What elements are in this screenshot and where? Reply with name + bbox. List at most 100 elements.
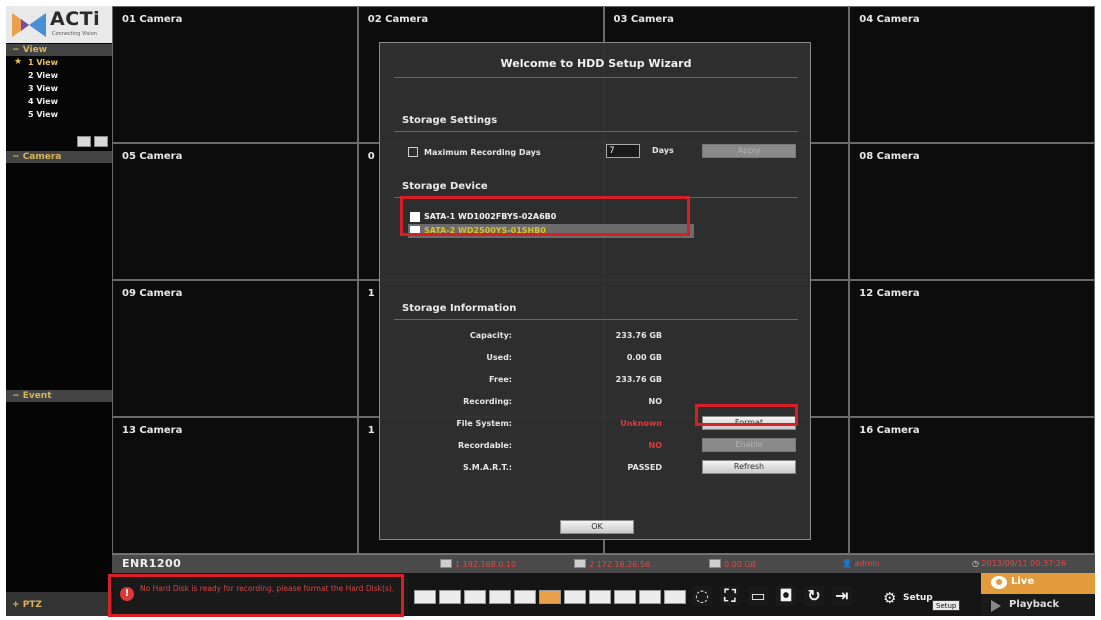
lan2-ip: 2 172.16.26.56 xyxy=(589,560,651,569)
edit-view-icon[interactable] xyxy=(77,136,91,147)
playback-button[interactable]: Playback xyxy=(981,594,1095,616)
user-icon: 👤 xyxy=(842,559,855,568)
camera-label: 12 Camera xyxy=(859,288,920,299)
layout-custom-button[interactable] xyxy=(664,590,686,604)
recordable-value: NO xyxy=(648,441,663,450)
live-label: Live xyxy=(1011,576,1035,587)
live-button[interactable]: Live xyxy=(981,573,1095,594)
layout-4x4-button[interactable] xyxy=(489,590,511,604)
layout-1x1-button[interactable] xyxy=(414,590,436,604)
layout-1p5-button[interactable] xyxy=(564,590,586,604)
view-label: 2 View xyxy=(28,71,58,80)
file-system-label: File System: xyxy=(456,419,512,428)
view-label: 1 View xyxy=(28,58,58,67)
monitor-icon[interactable]: ▭ xyxy=(748,586,768,606)
warning-icon: ! xyxy=(120,587,134,601)
expand-icon: + xyxy=(12,600,23,610)
camera-label: 0 xyxy=(367,151,375,162)
camera-label: 13 Camera xyxy=(122,425,183,436)
camera-label: 16 Camera xyxy=(859,425,920,436)
days-unit-label: Days xyxy=(652,146,674,155)
refresh-icon[interactable]: ↻ xyxy=(804,586,824,606)
recording-value: NO xyxy=(648,397,663,406)
camera-label: 01 Camera xyxy=(122,14,183,25)
recordable-label: Recordable: xyxy=(458,441,512,450)
camera-cell[interactable]: 12 Camera xyxy=(849,280,1095,417)
max-days-checkbox[interactable] xyxy=(408,147,418,157)
camera-label: 1 xyxy=(367,425,375,436)
device-row-sata1[interactable]: SATA-1 WD1002FBYS-02A6B0 xyxy=(408,210,694,224)
snapshot-camera-icon[interactable]: ◘ xyxy=(776,586,796,606)
used-value: 0.00 GB xyxy=(626,353,662,362)
view-edit-tools xyxy=(74,132,108,151)
camera-label: 05 Camera xyxy=(122,151,183,162)
layout-selected-button[interactable] xyxy=(539,590,561,604)
acti-logo-icon xyxy=(12,13,46,37)
bottom-toolbar: ! No Hard Disk is ready for recording, p… xyxy=(112,573,1095,616)
divider xyxy=(394,131,798,132)
divider xyxy=(394,319,798,320)
layout-5x5-button[interactable] xyxy=(514,590,536,604)
fullscreen-icon[interactable]: ⛶ xyxy=(720,586,740,606)
layout-3x3-button[interactable] xyxy=(464,590,486,604)
camera-header-label: Camera xyxy=(22,152,62,162)
storage-value: 0.00 GB xyxy=(724,560,757,569)
camera-section-header[interactable]: − Camera xyxy=(6,151,112,163)
lan2-status: 2 172.16.26.56 xyxy=(574,559,650,569)
view-item-5[interactable]: 5 View xyxy=(6,108,112,121)
days-input[interactable] xyxy=(606,144,640,158)
storage-info-heading: Storage Information xyxy=(402,303,517,314)
view-item-4[interactable]: 4 View xyxy=(6,95,112,108)
recording-label: Recording: xyxy=(463,397,512,406)
view-label: 4 View xyxy=(28,97,58,106)
view-header-label: View xyxy=(22,45,47,55)
capacity-label: Capacity: xyxy=(469,331,512,340)
view-label: 5 View xyxy=(28,110,58,119)
camera-cell[interactable]: 13 Camera xyxy=(112,417,358,554)
hdd-setup-wizard-dialog: Welcome to HDD Setup Wizard Storage Sett… xyxy=(379,42,811,540)
camera-label: 1 xyxy=(367,288,375,299)
layout-1p7-button[interactable] xyxy=(589,590,611,604)
device-name: SATA-1 WD1002FBYS-02A6B0 xyxy=(424,212,557,221)
sequence-icon[interactable]: ◌ xyxy=(692,586,712,606)
camera-cell[interactable]: 08 Camera xyxy=(849,143,1095,280)
hdd-icon xyxy=(709,559,721,568)
gear-icon: ⚙ xyxy=(883,589,897,607)
brand-name: ACTi xyxy=(50,8,101,30)
camera-cell[interactable]: 09 Camera xyxy=(112,280,358,417)
layout-1p12-button[interactable] xyxy=(639,590,661,604)
view-item-3[interactable]: 3 View xyxy=(6,82,112,95)
device-row-sata2[interactable]: SATA-2 WD2500YS-01SHB0 xyxy=(408,224,694,238)
layout-2x2-button[interactable] xyxy=(439,590,461,604)
lan1-ip: 1 192.168.0.10 xyxy=(455,560,517,569)
device-checkbox[interactable] xyxy=(410,226,420,236)
logout-icon[interactable]: ⇥ xyxy=(832,586,852,606)
monitor-icon xyxy=(440,559,452,568)
camera-cell[interactable]: 01 Camera xyxy=(112,6,358,143)
view-item-1[interactable]: ★ 1 View xyxy=(6,56,112,69)
ok-button[interactable]: OK xyxy=(560,520,634,534)
event-section-header[interactable]: − Event xyxy=(6,390,112,402)
enable-button[interactable]: Enable xyxy=(702,438,796,452)
camera-cell[interactable]: 04 Camera xyxy=(849,6,1095,143)
device-checkbox[interactable] xyxy=(410,212,420,222)
max-days-label: Maximum Recording Days xyxy=(424,148,541,157)
view-item-2[interactable]: 2 View xyxy=(6,69,112,82)
apply-button[interactable]: Apply xyxy=(702,144,796,158)
ptz-section-header[interactable]: + PTZ xyxy=(6,592,112,616)
sidebar: ACTi Connecting Vision − View ★ 1 View 2 … xyxy=(6,6,112,616)
camera-cell[interactable]: 16 Camera xyxy=(849,417,1095,554)
layout-1p9-button[interactable] xyxy=(614,590,636,604)
dialog-title: Welcome to HDD Setup Wizard xyxy=(500,57,692,70)
user-name: admin xyxy=(854,559,880,568)
delete-view-icon[interactable] xyxy=(94,136,108,147)
datetime: 2013/09/11 00:37:26 xyxy=(981,559,1067,568)
brand-tagline: Connecting Vision xyxy=(52,31,97,37)
format-button[interactable]: Format xyxy=(702,416,796,430)
capacity-value: 233.76 GB xyxy=(615,331,662,340)
view-label: 3 View xyxy=(28,84,58,93)
camera-cell[interactable]: 05 Camera xyxy=(112,143,358,280)
view-section-header[interactable]: − View xyxy=(6,44,112,56)
refresh-button[interactable]: Refresh xyxy=(702,460,796,474)
event-header-label: Event xyxy=(22,391,52,401)
